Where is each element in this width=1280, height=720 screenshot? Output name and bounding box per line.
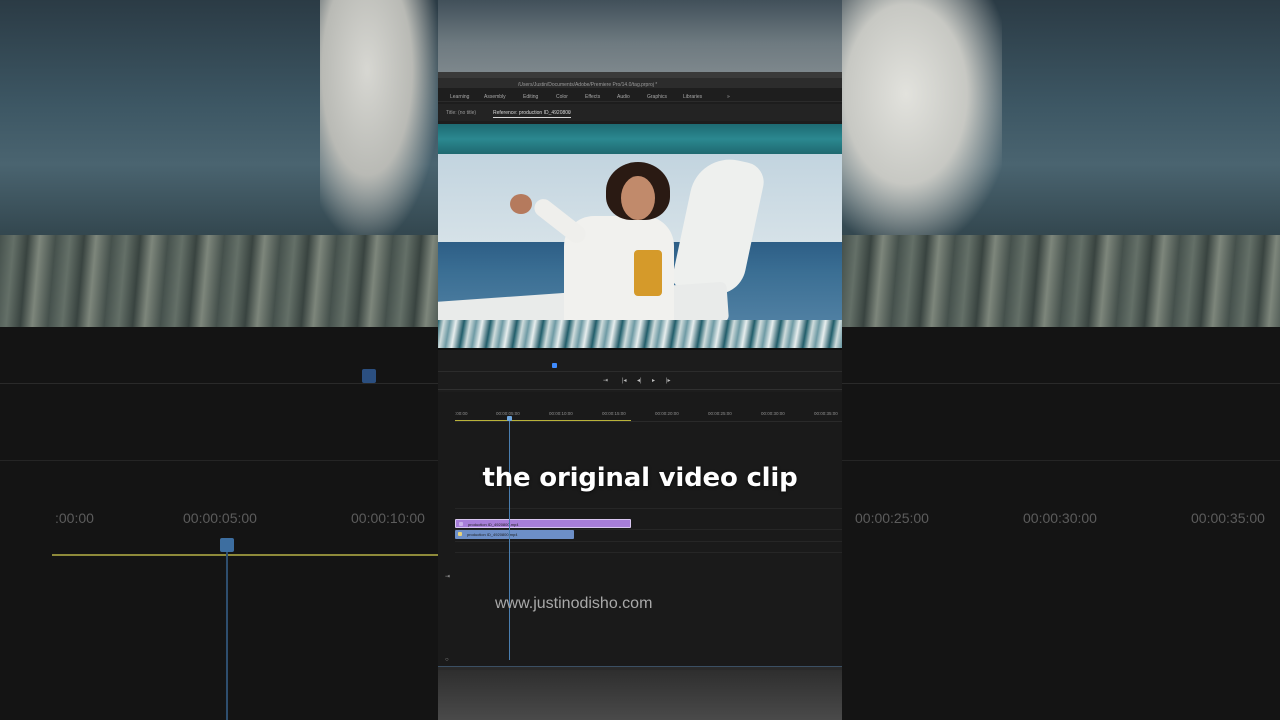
background-divider xyxy=(842,383,1280,384)
monitor-scrubber-track[interactable] xyxy=(438,371,842,372)
timeline-ruler-divider xyxy=(455,421,842,422)
tab-title[interactable]: Title: (no title) xyxy=(446,110,476,116)
video-frame-scene xyxy=(438,154,842,320)
background-divider xyxy=(0,383,438,384)
timeline-ruler-label: 00:00:10:00 xyxy=(549,411,573,416)
background-playhead-knob xyxy=(220,538,234,552)
background-playhead xyxy=(226,540,228,720)
fx-badge-icon xyxy=(459,522,463,526)
monitor-playhead-marker[interactable] xyxy=(552,363,557,368)
timeline-ruler-label: 00:00:25:00 xyxy=(708,411,732,416)
background-divider xyxy=(0,460,438,461)
timeline-playhead[interactable] xyxy=(509,418,510,660)
workspace-overflow-icon[interactable]: » xyxy=(727,94,730,100)
workspace-tab-effects[interactable]: Effects xyxy=(585,94,600,100)
workspace-tab-editing[interactable]: Editing xyxy=(523,94,538,100)
background-work-area-bar xyxy=(52,554,438,556)
background-ruler-right: 00:00:25:00 00:00:30:00 00:00:35:00 xyxy=(855,510,1275,550)
background-person-blur xyxy=(320,0,438,235)
timeline-ruler-label: :00:00 xyxy=(455,411,468,416)
tab-reference[interactable]: Reference: production ID_4920800 xyxy=(493,110,571,118)
bottom-video-crop xyxy=(438,670,842,720)
video-frame-sea-top xyxy=(438,124,842,154)
video-person-shirt xyxy=(634,250,662,296)
watermark-text: www.justinodisho.com xyxy=(495,595,653,612)
go-to-in-icon[interactable]: |◂ xyxy=(622,378,627,384)
tab-menu-icon[interactable]: ≡ xyxy=(568,110,571,116)
zoom-handle-icon[interactable]: ○ xyxy=(445,657,449,663)
background-ruler-label: 00:00:25:00 xyxy=(855,510,929,526)
background-ruler-label: 00:00:30:00 xyxy=(1023,510,1097,526)
step-back-icon[interactable]: ◂| xyxy=(637,378,642,384)
workspace-tab-graphics[interactable]: Graphics xyxy=(647,94,667,100)
track-resize-icon[interactable]: ⇥ xyxy=(445,573,450,580)
video-person-face xyxy=(621,176,655,220)
video-clip-label: production ID_4920800.mp4 xyxy=(468,522,519,527)
background-ruler-left: :00:00 00:00:05:00 00:00:10:00 xyxy=(55,510,435,550)
top-video-crop xyxy=(438,0,842,72)
play-icon[interactable]: ▸ xyxy=(652,378,655,384)
background-divider xyxy=(842,460,1280,461)
workspace-tab-assembly[interactable]: Assembly xyxy=(484,94,506,100)
timeline-playhead-handle[interactable] xyxy=(507,416,512,421)
workspace-tab-audio[interactable]: Audio xyxy=(617,94,630,100)
caption-text: the original video clip xyxy=(482,463,798,493)
monitor-controls xyxy=(438,350,842,390)
workspace-tab-color[interactable]: Color xyxy=(556,94,568,100)
video-person-hand xyxy=(510,194,532,214)
program-monitor[interactable] xyxy=(438,124,842,350)
background-ruler-label: 00:00:10:00 xyxy=(351,510,425,526)
timeline-ruler-label: 00:00:20:00 xyxy=(655,411,679,416)
video-frame-foam xyxy=(438,320,842,348)
background-sail-blur xyxy=(842,0,1002,235)
background-marker xyxy=(362,369,376,383)
workspace-tab-learning[interactable]: Learning xyxy=(450,94,469,100)
step-forward-icon[interactable]: |▸ xyxy=(666,378,671,384)
background-ruler-label: :00:00 xyxy=(55,510,94,526)
audio-clip[interactable]: production ID_4920800.mp4 xyxy=(455,530,574,539)
insert-icon[interactable]: ⇥ xyxy=(603,378,608,384)
timeline-ruler-label: 00:00:30:00 xyxy=(761,411,785,416)
timeline-ruler-label: 00:00:35:00 xyxy=(814,411,838,416)
track-divider xyxy=(455,508,842,509)
workspace-tab-libraries[interactable]: Libraries xyxy=(683,94,702,100)
background-ruler-label: 00:00:05:00 xyxy=(183,510,257,526)
track-divider xyxy=(455,541,842,542)
background-ruler-label: 00:00:35:00 xyxy=(1191,510,1265,526)
fx-badge-icon xyxy=(458,532,462,536)
video-clip[interactable]: production ID_4920800.mp4 xyxy=(455,519,631,528)
timeline-ruler-label: 00:00:15:00 xyxy=(602,411,626,416)
track-divider xyxy=(455,552,842,553)
